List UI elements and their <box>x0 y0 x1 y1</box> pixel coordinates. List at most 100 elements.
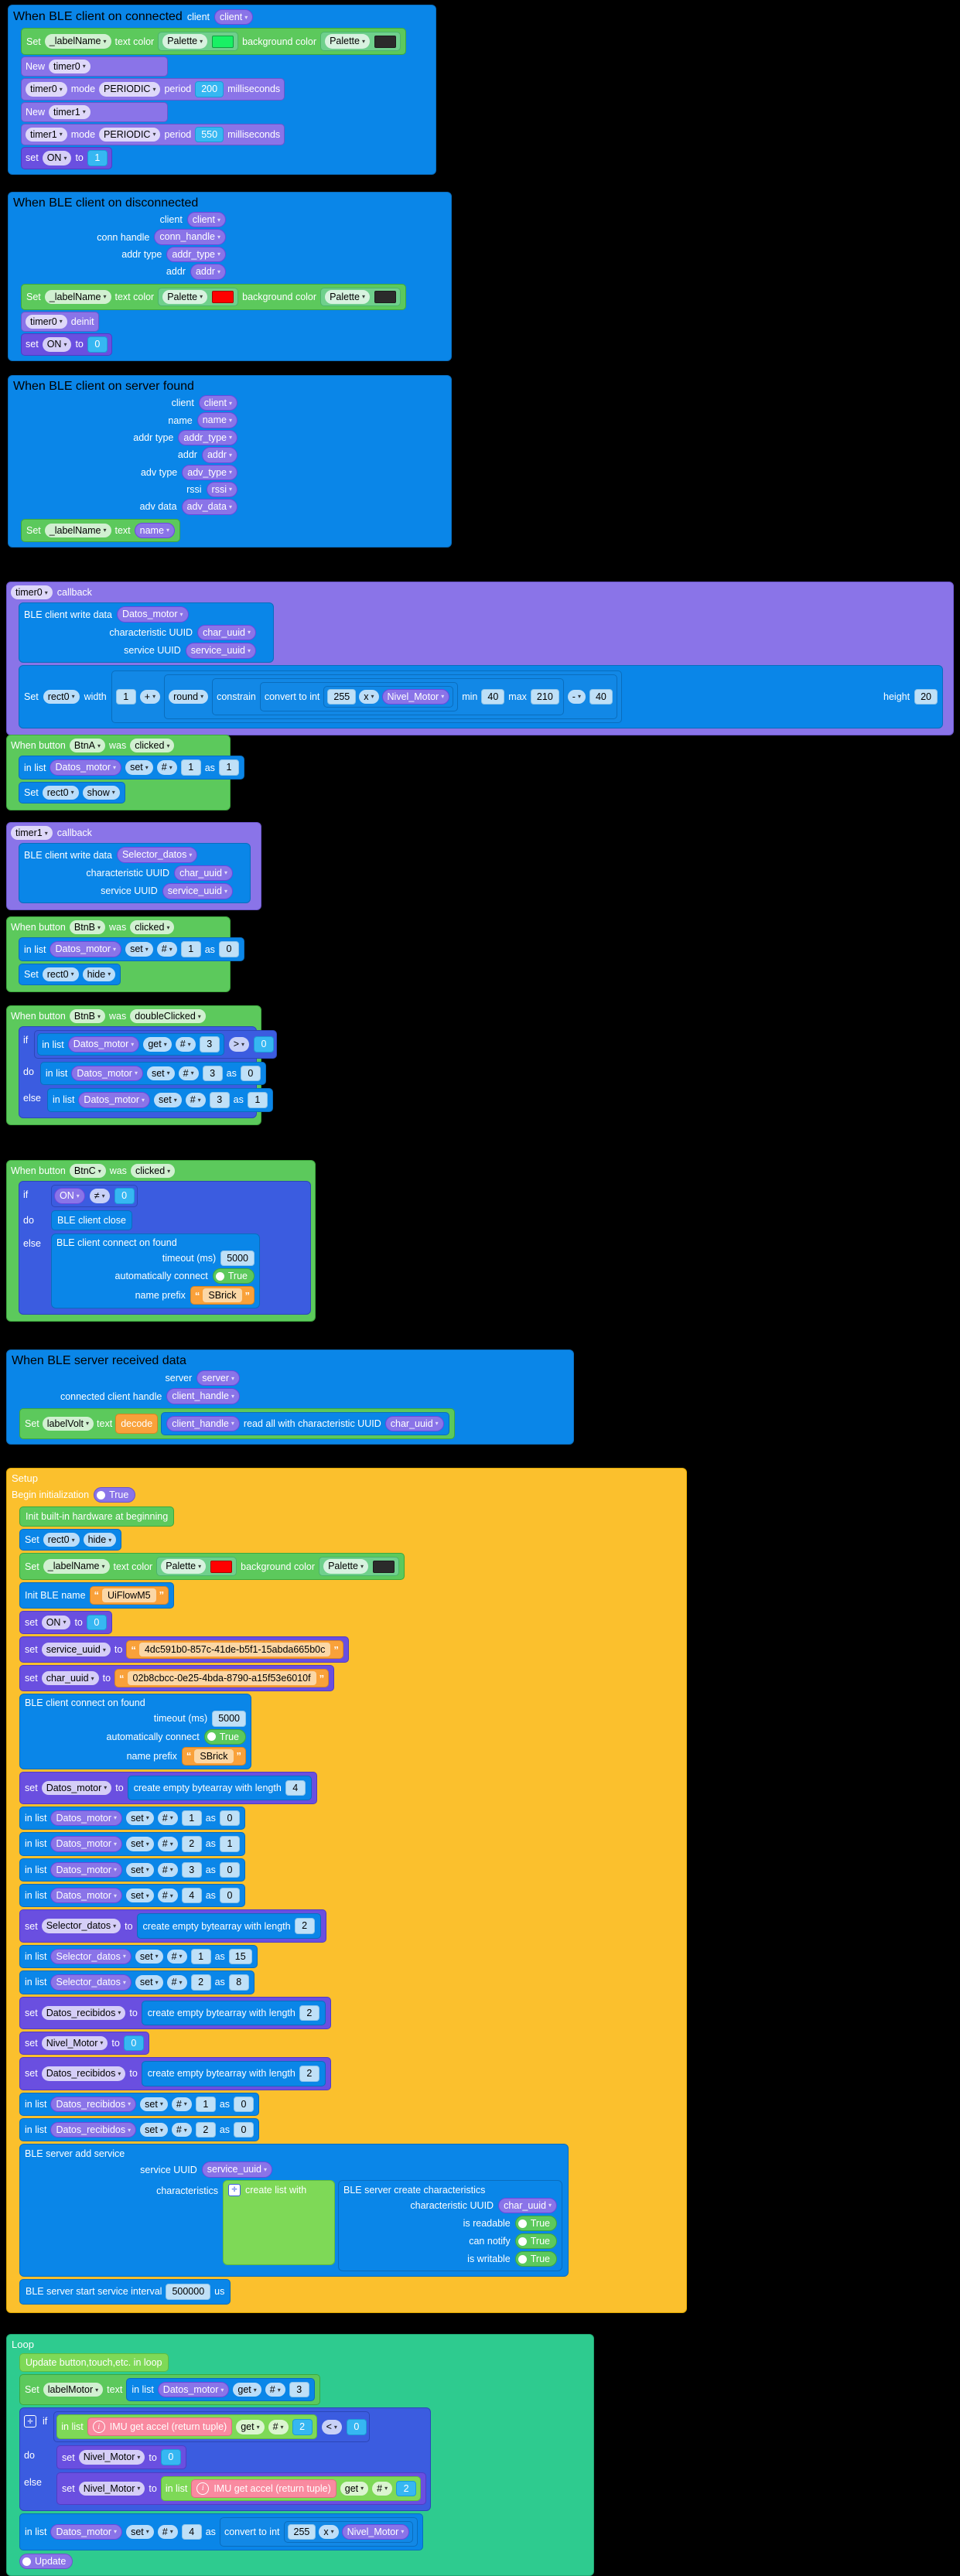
in-list-set-block[interactable]: in list Datos_motor ▾ set ▾ # ▾ 3 as 0 <box>19 1858 245 1882</box>
nivel-motor-value[interactable]: 0 <box>160 2449 181 2465</box>
index-mode-dropdown[interactable]: # ▾ <box>185 1093 206 1107</box>
service-uuid-var-dropdown[interactable]: service_uuid ▾ <box>41 1642 111 1657</box>
index-value[interactable]: 1 <box>181 1810 202 1827</box>
color-swatch-text[interactable] <box>210 1560 233 1573</box>
event-block-ble-server-received-data[interactable]: When BLE server received data server serv… <box>6 1349 574 1445</box>
nivel-motor-var[interactable]: Nivel_Motor ▾ <box>381 688 450 705</box>
arg-value-client[interactable]: client ▾ <box>186 212 226 228</box>
index-mode-dropdown[interactable]: # ▾ <box>166 1975 187 1990</box>
min-value[interactable]: 40 <box>481 688 505 705</box>
characteristic-uuid-value[interactable]: char_uuid ▾ <box>197 624 256 641</box>
if-else-block[interactable]: if ON ▾ ≠ ▾ 0 do BLE client close else BLE… <box>19 1181 311 1315</box>
button-dropdown[interactable]: BtnA ▾ <box>69 739 106 753</box>
in-list-get-block[interactable]: in list Datos_motor ▾ get ▾ # ▾ 3 <box>126 2378 315 2402</box>
list-var-dropdown[interactable]: Datos_motor ▾ <box>71 1065 143 1082</box>
set-rect0-visibility-block[interactable]: Set rect0 ▾ show ▾ <box>19 781 125 804</box>
in-list-set-final-block[interactable]: in list Datos_motor ▾ set ▾ # ▾ 4 as conver… <box>19 2513 424 2551</box>
offset-value[interactable]: 40 <box>589 688 613 705</box>
imu-get-accel-block[interactable]: i IMU get accel (return tuple) <box>87 2417 233 2437</box>
list-op-dropdown[interactable]: set ▾ <box>126 1810 154 1826</box>
bg-color-palette[interactable]: Palette ▾ <box>320 32 401 51</box>
index-value[interactable]: 1 <box>195 2096 216 2112</box>
index-value[interactable]: 4 <box>181 2523 202 2540</box>
text-color-palette[interactable]: Palette ▾ <box>158 32 239 51</box>
nivel-motor-var-dropdown[interactable]: Nivel_Motor ▾ <box>78 2450 145 2465</box>
assigned-value[interactable]: 0 <box>234 2122 255 2138</box>
nivel-motor-var-dropdown[interactable]: Nivel_Motor ▾ <box>41 2035 108 2051</box>
list-var-dropdown[interactable]: Datos_recibidos ▾ <box>50 2122 137 2138</box>
comparison-operator-dropdown[interactable]: > ▾ <box>228 1037 250 1052</box>
event-dropdown[interactable]: clicked ▾ <box>130 920 175 935</box>
set-nivel-motor-block[interactable]: set Nivel_Motor ▾ to in list i IMU get ac… <box>56 2472 427 2505</box>
index-value[interactable]: 2 <box>292 2419 313 2435</box>
index-value[interactable]: 2 <box>181 1836 202 1852</box>
rect0-dropdown[interactable]: rect0 ▾ <box>43 1533 80 1547</box>
list-var-dropdown[interactable]: Datos_motor ▾ <box>78 1092 150 1108</box>
label-var-dropdown[interactable]: _labelName ▾ <box>44 34 111 49</box>
ble-client-close-block[interactable]: BLE client close <box>51 1210 132 1230</box>
datos-recibidos-var-dropdown[interactable]: Datos_recibidos ▾ <box>41 2066 126 2081</box>
service-uuid-string[interactable]: “4dc591b0-857c-41de-b5f1-15abda665b0c” <box>126 1640 343 1660</box>
on-var-dropdown[interactable]: ON ▾ <box>42 151 72 165</box>
datos-motor-var-dropdown[interactable]: Datos_motor ▾ <box>41 1780 112 1795</box>
timer0-period-value[interactable]: 200 <box>195 81 224 97</box>
service-uuid-value[interactable]: service_uuid ▾ <box>162 883 233 899</box>
palette-dropdown[interactable]: Palette ▾ <box>162 289 208 304</box>
max-value[interactable]: 210 <box>530 688 559 705</box>
set-label-motor-text-block[interactable]: Set labelMotor ▾ text in list Datos_motor… <box>19 2374 320 2406</box>
index-value[interactable]: 3 <box>199 1036 220 1053</box>
assigned-value[interactable]: 0 <box>218 941 239 957</box>
assigned-value[interactable]: 0 <box>234 2096 255 2112</box>
convert-to-int-block[interactable]: convert to int 255 x ▾ Nivel_Motor ▾ <box>219 2516 419 2547</box>
index-value[interactable]: 1 <box>180 941 201 957</box>
list-var-dropdown[interactable]: Selector_datos ▾ <box>50 1974 132 1991</box>
palette-dropdown[interactable]: Palette ▾ <box>325 34 370 49</box>
index-mode-dropdown[interactable]: # ▾ <box>171 2097 192 2111</box>
list-op-dropdown[interactable]: get ▾ <box>340 2481 369 2496</box>
list-op-dropdown[interactable]: get ▾ <box>236 2420 265 2434</box>
list-var-dropdown[interactable]: Datos_motor ▾ <box>50 1810 123 1827</box>
list-op-dropdown[interactable]: set ▾ <box>125 942 153 957</box>
assigned-value[interactable]: 1 <box>247 1092 268 1108</box>
list-op-dropdown[interactable]: set ▾ <box>146 1066 175 1081</box>
button-dropdown[interactable]: BtnB ▾ <box>69 1009 106 1024</box>
timer1-period-value[interactable]: 550 <box>195 126 224 143</box>
arg-value-client-handle[interactable]: client_handle ▾ <box>166 1388 240 1404</box>
in-list-set-block[interactable]: in list Datos_motor ▾ set ▾ # ▾ 2 as 1 <box>19 1832 245 1856</box>
in-list-set-block[interactable]: in list Datos_motor ▾ set ▾ # ▾ 1 as 1 <box>19 756 244 780</box>
list-op-dropdown[interactable]: set ▾ <box>140 2123 168 2138</box>
set-selector-datos-block[interactable]: set Selector_datos ▾ to create empty byte… <box>19 1909 326 1943</box>
list-op-dropdown[interactable]: set ▾ <box>125 760 153 775</box>
set-label-volt-text-block[interactable]: Set labelVolt ▾ text decode client_handle… <box>19 1407 455 1440</box>
begin-initialization-toggle[interactable]: True <box>94 1487 136 1503</box>
list-op-dropdown[interactable]: set ▾ <box>154 1093 182 1107</box>
nivel-motor-var-dropdown[interactable]: Nivel_Motor ▾ <box>78 2481 145 2496</box>
index-mode-dropdown[interactable]: # ▾ <box>157 1888 178 1903</box>
event-dropdown[interactable]: doubleClicked ▾ <box>130 1009 206 1024</box>
list-var-dropdown[interactable]: Datos_motor ▾ <box>50 1861 123 1878</box>
list-var-dropdown[interactable]: Datos_motor ▾ <box>50 941 122 957</box>
set-on-block[interactable]: set ON ▾ to 1 <box>21 147 112 169</box>
comparison-block[interactable]: ON ▾ ≠ ▾ 0 <box>51 1185 138 1207</box>
index-value[interactable]: 2 <box>195 2122 216 2138</box>
round-block[interactable]: round ▾ constrain convert to int 255 x ▾ N… <box>164 674 617 719</box>
index-mode-dropdown[interactable]: # ▾ <box>268 2420 289 2434</box>
visibility-dropdown[interactable]: hide ▾ <box>83 1533 117 1547</box>
set-datos-motor-block[interactable]: set Datos_motor ▾ to create empty bytearr… <box>19 1771 317 1804</box>
height-value[interactable]: 20 <box>914 688 938 705</box>
rect0-dropdown[interactable]: rect0 ▾ <box>43 689 80 704</box>
automatically-connect-toggle[interactable]: True <box>212 1268 255 1285</box>
name-var[interactable]: name ▾ <box>134 522 175 538</box>
arg-value-client[interactable]: client ▾ <box>214 9 254 26</box>
timer0-dropdown[interactable]: timer0 ▾ <box>49 59 91 74</box>
operator-plus-dropdown[interactable]: + ▾ <box>139 689 161 704</box>
event-block-btnb-doubleclicked[interactable]: When button BtnB ▾ was doubleClicked ▾ if … <box>6 1005 278 1125</box>
gear-icon[interactable]: ✛ <box>228 2183 241 2196</box>
arg-value-name[interactable]: name ▾ <box>196 412 237 428</box>
arg-value-addr[interactable]: addr ▾ <box>201 447 237 463</box>
index-mode-dropdown[interactable]: # ▾ <box>157 1862 178 1877</box>
in-list-imu-get-block[interactable]: in list i IMU get accel (return tuple) g… <box>56 2414 317 2440</box>
comparison-rhs-value[interactable]: 0 <box>114 1188 135 1204</box>
arg-value-adv-data[interactable]: adv_data ▾ <box>181 499 237 515</box>
event-block-btna-clicked[interactable]: When button BtnA ▾ was clicked ▾ in list D… <box>6 735 244 811</box>
